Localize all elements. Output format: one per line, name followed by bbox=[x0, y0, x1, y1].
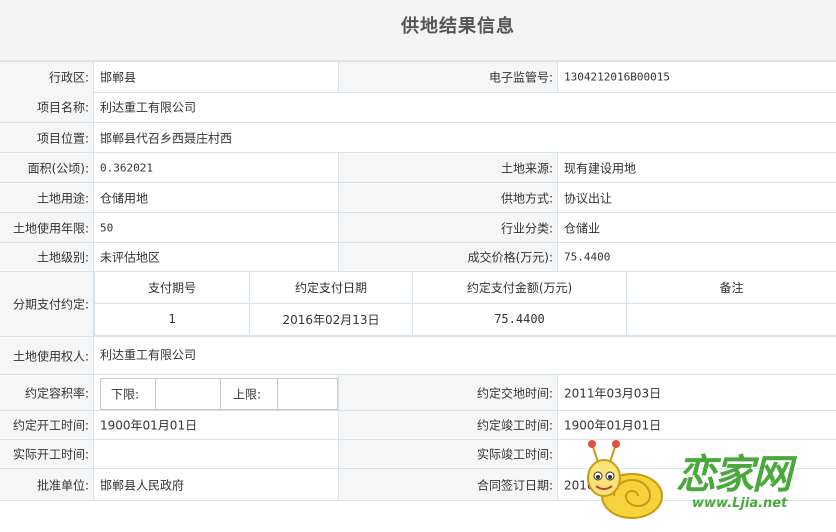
price-value: 75.4400 bbox=[564, 250, 611, 264]
row-project-name: 项目名称: 利达重工有限公司 bbox=[0, 92, 836, 123]
start-time-value: 1900年01月01日 bbox=[100, 418, 198, 433]
actual-start-label: 实际开工时间: bbox=[0, 440, 94, 468]
installment-cell bbox=[626, 302, 836, 337]
row-district: 行政区: 邯郸县 电子监管号: 1304212016B00015 bbox=[0, 61, 836, 93]
area-label: 面积(公顷): bbox=[0, 153, 94, 182]
installment-row: 1 2016年02月13日 75.4400 bbox=[94, 302, 836, 337]
snail-mascot-icon bbox=[587, 440, 663, 519]
district-label: 行政区: bbox=[0, 62, 94, 92]
row-land-use: 土地用途: 仓储用地 供地方式: 协议出让 bbox=[0, 183, 836, 213]
project-name-label: 项目名称: bbox=[0, 92, 94, 122]
use-years-value: 50 bbox=[100, 221, 114, 234]
supply-method-label: 供地方式: bbox=[338, 183, 558, 212]
approver-label: 批准单位: bbox=[0, 469, 94, 500]
start-time-label: 约定开工时间: bbox=[0, 411, 94, 439]
far-label: 约定容积率: bbox=[0, 375, 94, 410]
installment-header-cell: 备注 bbox=[626, 272, 836, 304]
land-grade-value: 未评估地区 bbox=[100, 250, 161, 265]
right-holder-label: 土地使用权人: bbox=[0, 337, 94, 374]
watermark: 恋家网 www.Ljia.net bbox=[580, 434, 830, 524]
project-name-value: 利达重工有限公司 bbox=[100, 100, 197, 115]
far-box: 下限: 上限: bbox=[100, 378, 338, 410]
row-far: 约定容积率: 下限: 上限: 约定交地时间: 2011年03月03日 bbox=[0, 375, 836, 411]
land-use-value: 仓储用地 bbox=[100, 191, 149, 205]
e-code-label: 电子监管号: bbox=[339, 62, 558, 92]
actual-finish-label: 实际竣工时间: bbox=[338, 440, 558, 468]
installment-label: 分期支付约定: bbox=[0, 272, 94, 336]
watermark-brand: 恋家网 bbox=[676, 452, 792, 498]
use-years-label: 土地使用年限: bbox=[0, 213, 94, 242]
land-use-label: 土地用途: bbox=[0, 183, 94, 212]
finish-time-label: 约定竣工时间: bbox=[338, 411, 558, 439]
installment-header-cell: 约定支付金额(万元) bbox=[412, 272, 627, 304]
price-label: 成交价格(万元): bbox=[338, 243, 558, 271]
row-use-years: 土地使用年限: 50 行业分类: 仓储业 bbox=[0, 213, 836, 243]
e-code-value: 1304212016B00015 bbox=[564, 70, 670, 84]
land-grade-label: 土地级别: bbox=[0, 243, 94, 271]
row-installment: 分期支付约定: 支付期号 约定支付日期 约定支付金额(万元) 备注 1 2016… bbox=[0, 272, 836, 337]
area-value: 0.362021 bbox=[100, 161, 153, 174]
installment-header-cell: 支付期号 bbox=[94, 272, 250, 304]
row-land-grade: 土地级别: 未评估地区 成交价格(万元): 75.4400 bbox=[0, 243, 836, 272]
far-upper-value bbox=[278, 379, 336, 409]
far-upper-label: 上限: bbox=[221, 379, 278, 409]
industry-value: 仓储业 bbox=[564, 221, 601, 235]
row-right-holder: 土地使用权人: 利达重工有限公司 bbox=[0, 337, 836, 375]
land-source-value: 现有建设用地 bbox=[564, 161, 637, 175]
far-lower-label: 下限: bbox=[101, 379, 156, 409]
installment-cell: 75.4400 bbox=[412, 302, 627, 337]
installment-cell: 2016年02月13日 bbox=[249, 302, 413, 337]
title-bar: 供地结果信息 bbox=[0, 0, 836, 61]
row-project-location: 项目位置: 邯郸县代召乡西聂庄村西 bbox=[0, 123, 836, 153]
contract-date-label: 合同签订日期: bbox=[338, 469, 558, 500]
installment-header-row: 支付期号 约定支付日期 约定支付金额(万元) 备注 bbox=[94, 272, 836, 304]
page-title: 供地结果信息 bbox=[401, 16, 515, 37]
actual-start-value bbox=[94, 440, 338, 468]
supply-method-value: 协议出让 bbox=[564, 191, 613, 205]
handover-time-label: 约定交地时间: bbox=[338, 375, 558, 410]
land-source-label: 土地来源: bbox=[338, 153, 558, 182]
approver-value: 邯郸县人民政府 bbox=[100, 478, 185, 492]
far-lower-value bbox=[156, 379, 221, 409]
right-holder-value: 利达重工有限公司 bbox=[100, 348, 197, 362]
project-location-label: 项目位置: bbox=[0, 123, 94, 152]
installment-cell: 1 bbox=[94, 302, 250, 337]
row-area: 面积(公顷): 0.362021 土地来源: 现有建设用地 bbox=[0, 153, 836, 183]
installment-header-cell: 约定支付日期 bbox=[249, 272, 413, 304]
handover-time-value: 2011年03月03日 bbox=[564, 386, 662, 400]
district-value: 邯郸县 bbox=[100, 70, 137, 85]
project-location-value: 邯郸县代召乡西聂庄村西 bbox=[100, 131, 233, 145]
installment-table: 支付期号 约定支付日期 约定支付金额(万元) 备注 1 2016年02月13日 … bbox=[94, 272, 836, 337]
watermark-url: www.Ljia.net bbox=[692, 496, 788, 511]
industry-label: 行业分类: bbox=[338, 213, 558, 242]
